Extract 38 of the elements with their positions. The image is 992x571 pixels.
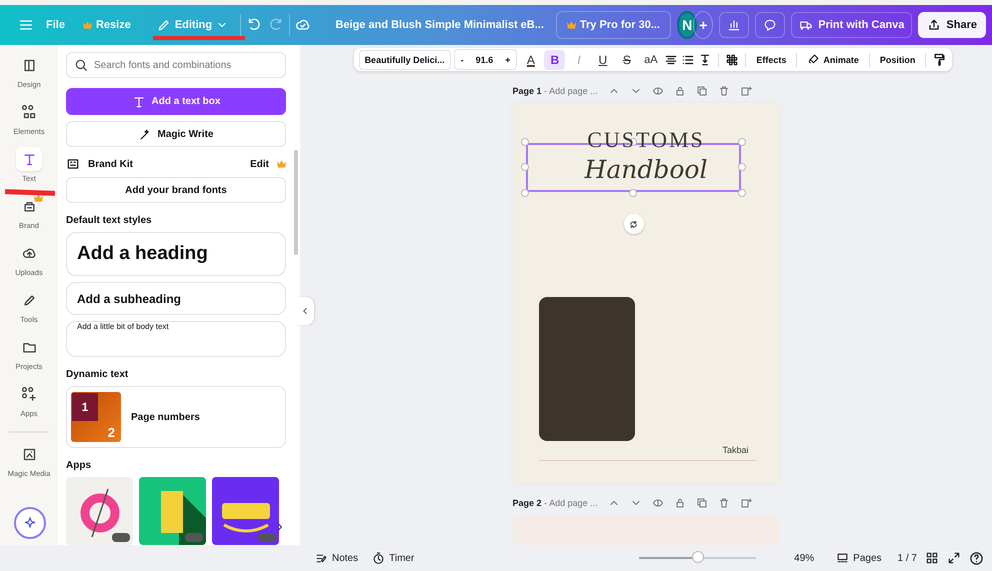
text-style-option[interactable]: Add a subheading (66, 282, 286, 315)
section-title: Apps (66, 460, 92, 471)
text-style-option[interactable]: Add a heading (66, 232, 286, 276)
design-script-text: Handbool (583, 155, 708, 184)
try-pro-button[interactable]: Try Pro for 30... (556, 11, 671, 39)
section-title: Default text styles (66, 215, 153, 226)
toolbar-button[interactable]: Position (876, 52, 920, 68)
search-field[interactable]: Search fonts and combinations (66, 52, 286, 78)
pages-button[interactable]: Pages (836, 552, 882, 564)
format-button[interactable]: A (520, 50, 542, 70)
section-title: Dynamic text (66, 369, 130, 380)
font-size-field[interactable]: - 91.6 + (454, 49, 518, 70)
page-numbers-option[interactable]: 1 2 Page numbers (66, 386, 286, 448)
toolbar-button[interactable]: Effects (752, 52, 790, 68)
zoom-reading: 49% (794, 552, 814, 564)
add-text-box-button[interactable]: Add a text box (66, 88, 286, 115)
page-title[interactable]: Page 2 - Add page ... (512, 498, 598, 508)
page-title[interactable]: Page 1 - Add page ... (512, 86, 598, 96)
print-button[interactable]: Print with Canva (791, 12, 912, 38)
timer-button[interactable]: Timer (372, 552, 414, 564)
text-style-option[interactable]: Add a little bit of body text (66, 321, 286, 357)
format-button[interactable]: S (616, 50, 638, 70)
format-button[interactable]: B (544, 50, 566, 70)
page-numbers-thumbnail: 1 2 (71, 392, 121, 442)
add-collaborator-button[interactable]: + (693, 11, 714, 39)
font-dropdown[interactable]: Beautifully Delici... (358, 50, 451, 70)
avatar[interactable]: N (677, 11, 698, 39)
format-button[interactable]: aA (640, 50, 662, 70)
edit-link[interactable]: Edit (250, 158, 269, 170)
notes-button[interactable]: Notes (315, 552, 358, 564)
format-button[interactable]: U (592, 50, 614, 70)
design-footer-text: Takbai (722, 445, 749, 455)
toolbar-button[interactable]: Animate (803, 50, 863, 69)
brand-kit-title: Brand Kit (88, 158, 133, 170)
add-brand-fonts-button[interactable]: Add your brand fonts (66, 177, 286, 203)
page-count: 1 / 7 (898, 552, 917, 564)
magic-write-button[interactable]: Magic Write (66, 121, 286, 147)
share-button[interactable]: Share (918, 12, 986, 38)
